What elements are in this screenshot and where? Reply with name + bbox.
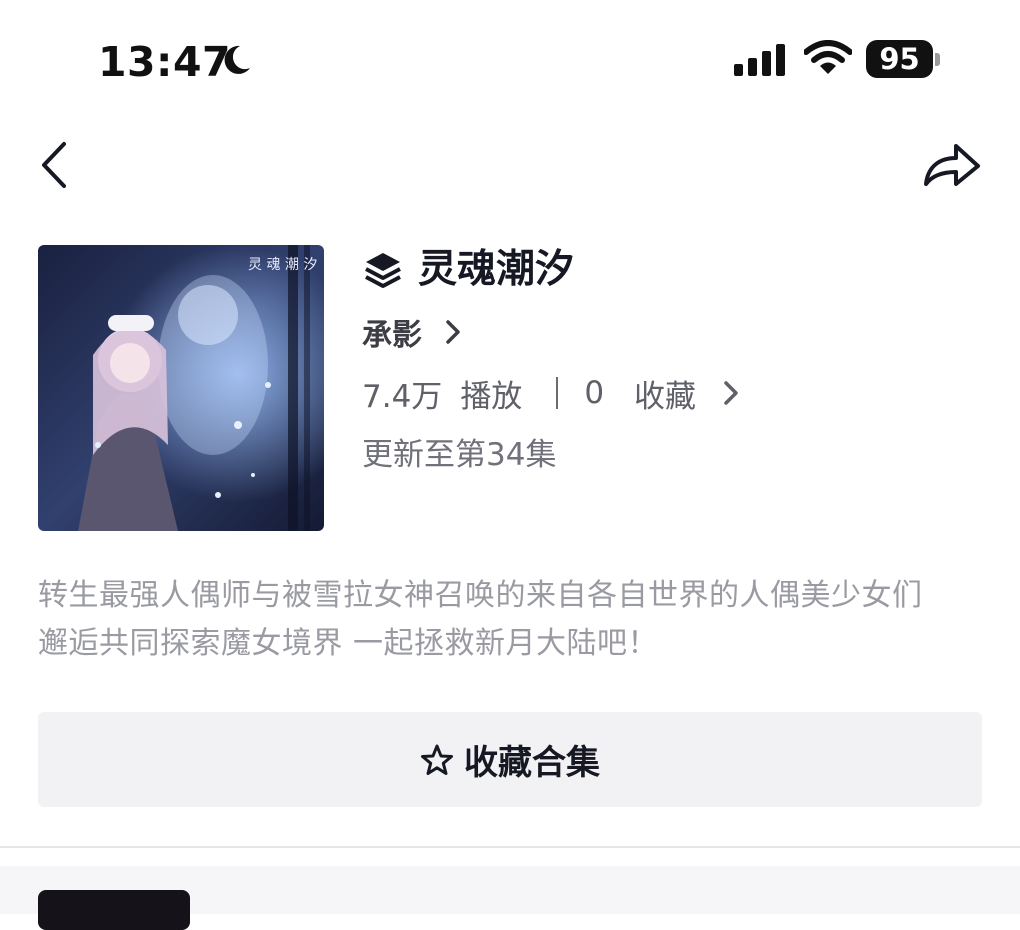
album-title: 灵魂潮汐 [418,247,575,292]
cellular-signal-icon [734,44,785,76]
share-arrow-icon[interactable] [920,138,984,192]
section-divider [0,846,1020,848]
layers-icon [365,253,401,288]
favorite-count-label: 收藏 [634,378,697,415]
description-line: 邂逅共同探索魔女境界 一起拯救新月大陆吧！ [38,626,659,661]
play-count: 7.4万 [362,378,443,415]
star-outline-icon [421,744,453,775]
stats-divider [556,377,559,409]
battery-level: 95 [879,42,920,76]
album-title-row: 灵魂潮汐 [362,244,574,296]
moon-icon [224,45,250,74]
author-name: 承影 [362,318,422,353]
wifi-icon [804,40,852,74]
play-count-label: 播放 [460,378,523,415]
chevron-right-icon [724,381,738,405]
author-link[interactable]: 承影 [362,310,464,354]
status-time: 13:47 [98,38,232,86]
album-description: 转生最强人偶师与被雪拉女神召唤的来自各自世界的人偶美少女们 邂逅共同探索魔女境界… [38,572,988,668]
chevron-right-icon [446,320,460,344]
episode-thumbnail[interactable] [38,890,190,930]
cover-title-text: 灵 魂 潮 汐 [248,257,317,273]
chevron-left-icon[interactable] [36,140,78,190]
album-stats[interactable]: 7.4万 播放 0 收藏 [362,370,742,416]
collect-button-label: 收藏合集 [464,743,600,783]
battery-indicator: 95 [866,40,946,80]
collect-collection-button[interactable]: 收藏合集 [38,712,982,807]
favorite-count: 0 [584,375,605,411]
description-line: 转生最强人偶师与被雪拉女神召唤的来自各自世界的人偶美少女们 [38,578,923,613]
album-cover-image[interactable]: 灵 魂 潮 汐 [38,245,324,531]
update-status: 更新至第34集 [362,437,557,473]
